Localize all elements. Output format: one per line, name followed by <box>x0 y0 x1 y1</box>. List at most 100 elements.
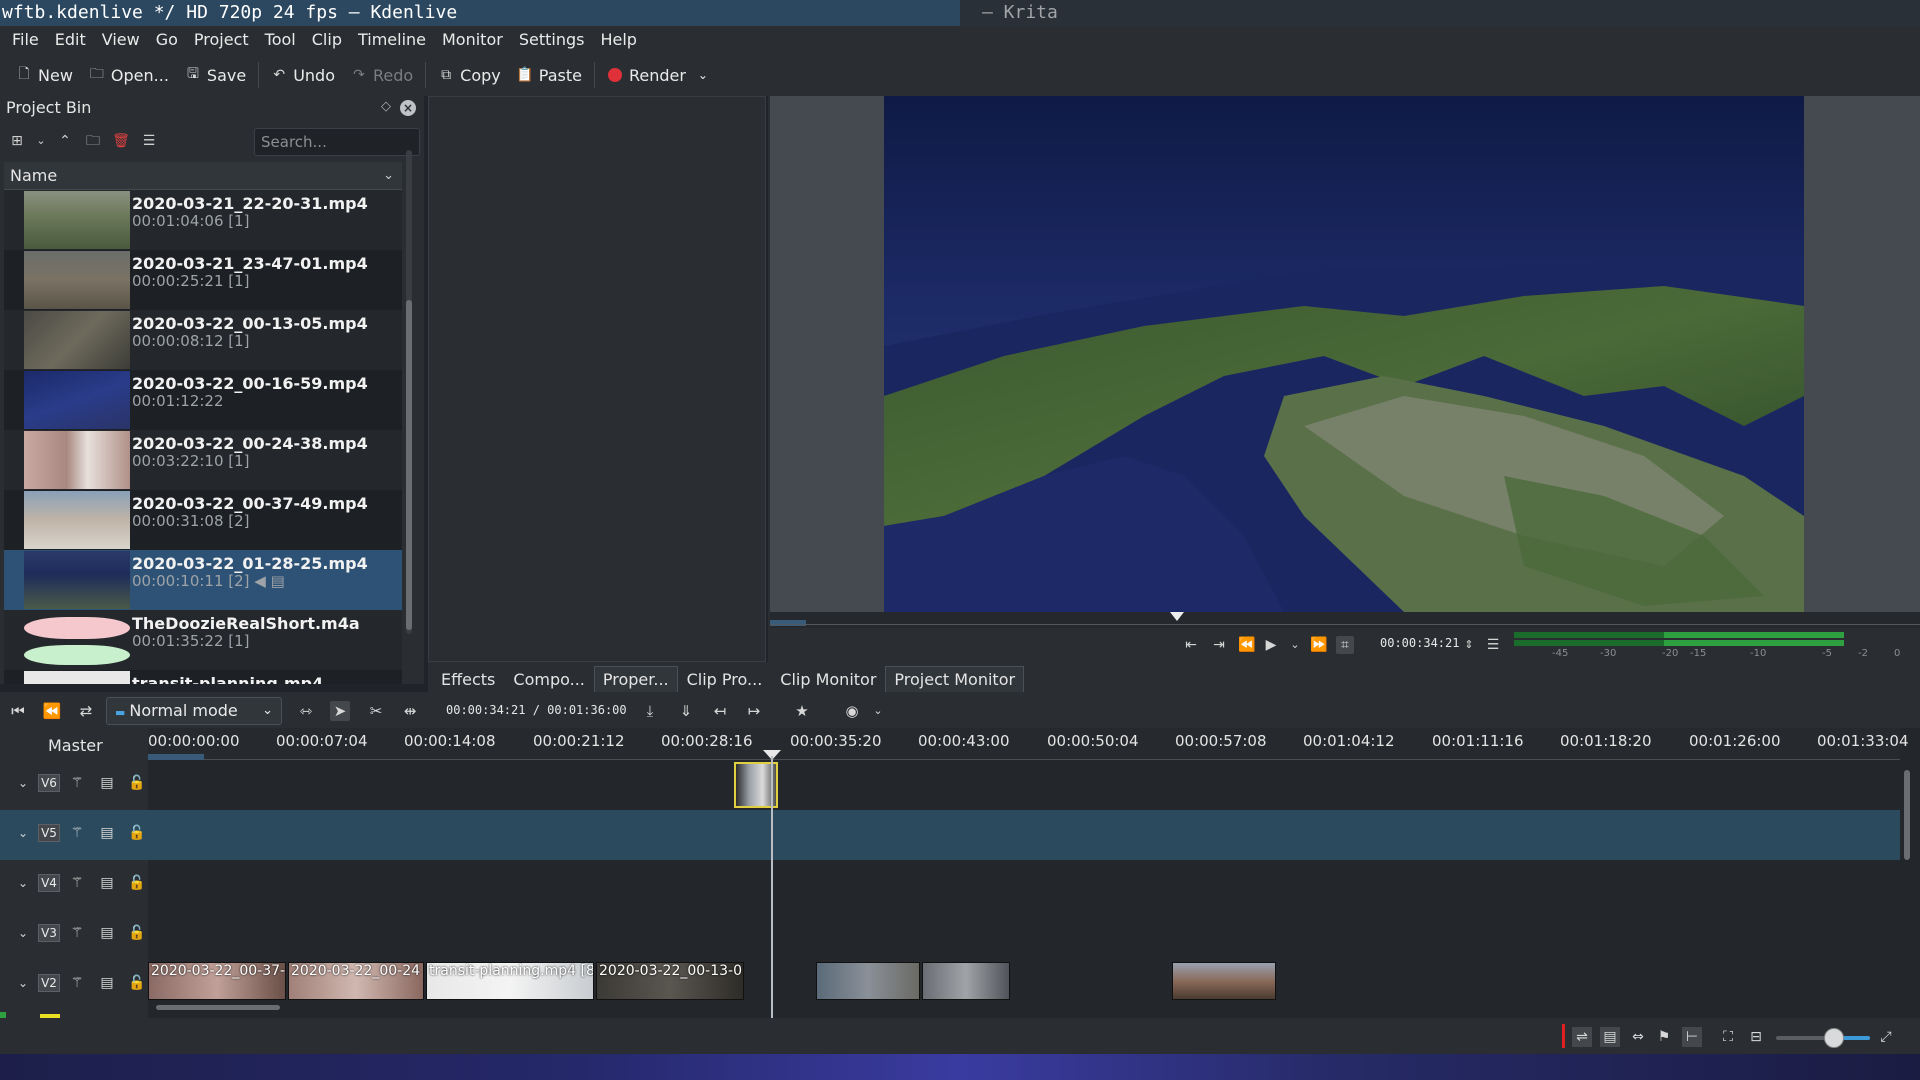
menu-go[interactable]: Go <box>148 26 186 54</box>
effects-wand-icon[interactable]: ⚚ <box>68 974 86 992</box>
set-out-point-icon[interactable]: ⇥ <box>1210 636 1228 654</box>
tab-clip-monitor[interactable]: Clip Monitor <box>771 666 885 692</box>
bin-item[interactable]: 2020-03-22_00-16-59.mp4 00:01:12:22 <box>4 370 402 430</box>
split-audio-icon[interactable]: ⊢ <box>1682 1027 1702 1047</box>
timeline-clip[interactable]: 2020-03-22_00-37- <box>148 962 286 1000</box>
film-icon[interactable]: ▤ <box>98 924 116 942</box>
timeline-clip[interactable]: 2020-03-22_00-24 <box>288 962 424 1000</box>
lock-icon[interactable]: 🔓 <box>128 874 146 892</box>
insert-clip-icon[interactable]: ⤓ <box>640 701 660 721</box>
track-lane[interactable] <box>148 910 1900 960</box>
lock-icon[interactable]: 🔓 <box>128 824 146 842</box>
bin-search-input[interactable]: Search... <box>254 128 420 156</box>
monitor-playhead[interactable] <box>1170 612 1184 621</box>
menu-project[interactable]: Project <box>186 26 257 54</box>
bin-item[interactable]: 2020-03-22_00-24-38.mp4 00:03:22:10 [1] <box>4 430 402 490</box>
new-button[interactable]: 🗋 New <box>8 59 81 91</box>
rewind-icon[interactable]: ⏪ <box>1238 636 1256 654</box>
audio-thumbnails-icon[interactable]: ⇌ <box>1572 1027 1592 1047</box>
track-name[interactable]: V4 <box>38 874 60 892</box>
collapse-chevron-icon[interactable]: ⌄ <box>14 824 32 842</box>
undo-button[interactable]: ↶ Undo <box>263 59 343 91</box>
timeline-ruler[interactable]: 00:00:00:00 00:00:07:04 00:00:14:08 00:0… <box>148 728 1909 760</box>
menu-clip[interactable]: Clip <box>304 26 350 54</box>
favorite-star-icon[interactable]: ★ <box>792 701 812 721</box>
menu-view[interactable]: View <box>94 26 148 54</box>
delete-icon[interactable]: 🗑 <box>112 132 130 150</box>
bin-scrollbar-thumb[interactable] <box>406 300 412 630</box>
open-button[interactable]: 🗀 Open... <box>81 59 177 91</box>
timeline-clip[interactable] <box>922 962 1010 1000</box>
paste-button[interactable]: 📋 Paste <box>509 59 590 91</box>
play-icon[interactable]: ▶ <box>1262 636 1280 654</box>
chevron-down-icon[interactable]: ⌄ <box>868 701 888 721</box>
bin-item[interactable]: 2020-03-21_23-47-01.mp4 00:00:25:21 [1] <box>4 250 402 310</box>
menu-tool[interactable]: Tool <box>257 26 304 54</box>
play-options-chevron-icon[interactable]: ⌄ <box>1286 636 1304 654</box>
extract-zone-icon[interactable]: ↤ <box>710 701 730 721</box>
tab-clip-properties[interactable]: Clip Pro... <box>678 666 772 692</box>
add-folder-icon[interactable]: 🗀 <box>84 132 102 150</box>
monitor-timecode[interactable]: 00:00:34:21 <box>1380 636 1459 650</box>
timeline-horizontal-scrollbar[interactable] <box>156 1005 280 1010</box>
float-panel-icon[interactable]: ◇ <box>378 99 394 115</box>
lock-icon[interactable]: 🔓 <box>128 924 146 942</box>
track-lane[interactable] <box>148 860 1900 910</box>
razor-tool-icon[interactable]: ✂ <box>366 701 386 721</box>
add-clip-icon[interactable]: ⊞ <box>8 132 26 150</box>
timeline-vertical-scrollbar[interactable] <box>1904 770 1910 860</box>
effects-wand-icon[interactable]: ⚚ <box>68 924 86 942</box>
close-panel-icon[interactable]: × <box>400 100 416 116</box>
lock-icon[interactable]: 🔓 <box>128 974 146 992</box>
bin-item[interactable]: 2020-03-22_00-13-05.mp4 00:00:08:12 [1] <box>4 310 402 370</box>
render-menu-button[interactable]: ⌄ <box>694 59 712 91</box>
spacer-tool-icon[interactable]: ⇿ <box>296 701 316 721</box>
menu-help[interactable]: Help <box>592 26 644 54</box>
film-icon[interactable]: ▤ <box>98 774 116 792</box>
slip-tool-icon[interactable]: ⇹ <box>400 701 420 721</box>
tab-compositions[interactable]: Compo... <box>504 666 593 692</box>
bin-item[interactable]: 2020-03-21_22-20-31.mp4 00:01:04:06 [1] <box>4 190 402 250</box>
go-to-start-icon[interactable]: ⏮ <box>8 701 28 721</box>
overwrite-clip-icon[interactable]: ⇓ <box>676 701 696 721</box>
menu-monitor[interactable]: Monitor <box>434 26 511 54</box>
save-button[interactable]: 🖫 Save <box>177 59 254 91</box>
video-thumbnails-icon[interactable]: ▤ <box>1600 1027 1620 1047</box>
effects-wand-icon[interactable]: ⚚ <box>68 824 86 842</box>
film-icon[interactable]: ▤ <box>98 874 116 892</box>
background-window-title[interactable]: — Krita <box>960 0 1920 26</box>
monitor-menu-icon[interactable]: ☰ <box>1484 636 1502 654</box>
tab-effects[interactable]: Effects <box>432 666 504 692</box>
timeline-clip[interactable]: 2020-03-22_00-13-0 <box>596 962 744 1000</box>
markers-flag-icon[interactable]: ⚑ <box>1654 1027 1674 1047</box>
fit-zoom-icon[interactable]: ⛶ <box>1718 1027 1738 1047</box>
menu-edit[interactable]: Edit <box>47 26 94 54</box>
copy-button[interactable]: ⧉ Copy <box>430 59 509 91</box>
tab-project-monitor[interactable]: Project Monitor <box>885 666 1025 692</box>
collapse-chevron-icon[interactable]: ⌄ <box>14 924 32 942</box>
timeline-clip[interactable]: transit-planning.mp4 [8 <box>426 962 594 1000</box>
menu-settings[interactable]: Settings <box>511 26 593 54</box>
zoom-out-icon[interactable]: ⊟ <box>1746 1027 1766 1047</box>
film-icon[interactable]: ▤ <box>98 974 116 992</box>
up-folder-icon[interactable]: ⌃ <box>56 132 74 150</box>
timeline-clip[interactable] <box>816 962 920 1000</box>
lock-icon[interactable]: 🔓 <box>128 774 146 792</box>
timeline-playhead[interactable] <box>771 756 773 1018</box>
menu-file[interactable]: File <box>4 26 47 54</box>
bin-item-selected[interactable]: 2020-03-22_01-28-25.mp4 00:00:10:11 [2] … <box>4 550 402 610</box>
rewind-icon[interactable]: ⏪ <box>42 701 62 721</box>
set-in-point-icon[interactable]: ⇤ <box>1182 636 1200 654</box>
track-name[interactable]: V5 <box>38 824 60 842</box>
selection-tool-icon[interactable]: ➤ <box>330 701 350 721</box>
timeline-options-icon[interactable]: ◉ <box>842 701 862 721</box>
forward-icon[interactable]: ⏩ <box>1310 636 1328 654</box>
bin-item[interactable]: TheDoozieRealShort.m4a 00:01:35:22 [1] <box>4 610 402 670</box>
track-lane[interactable] <box>148 760 1900 810</box>
track-name[interactable]: V2 <box>38 974 60 992</box>
collapse-chevron-icon[interactable]: ⌄ <box>14 774 32 792</box>
effects-wand-icon[interactable]: ⚚ <box>68 874 86 892</box>
menu-timeline[interactable]: Timeline <box>350 26 434 54</box>
film-icon[interactable]: ▤ <box>98 824 116 842</box>
collapse-chevron-icon[interactable]: ⌄ <box>14 874 32 892</box>
